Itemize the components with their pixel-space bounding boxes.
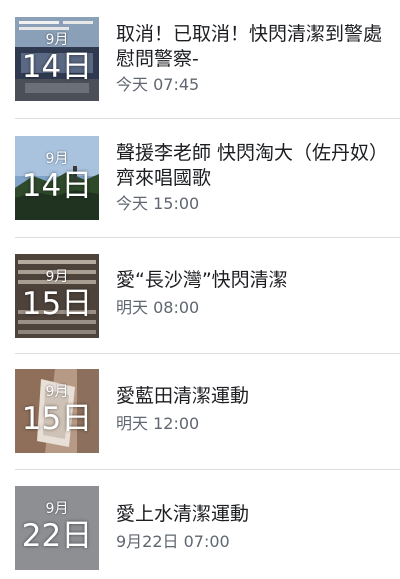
event-thumbnail[interactable]: 9月 14日 (15, 136, 99, 220)
event-item[interactable]: 9月 15日 愛藍田清潔運動 明天 12:00 (0, 354, 400, 469)
event-thumbnail[interactable]: 9月 14日 (15, 17, 99, 101)
event-item[interactable]: 9月 14日 聲援李老師 快閃淘大（佐丹奴）齊來唱國歌 今天 15:00 (0, 119, 400, 237)
event-title[interactable]: 愛“長沙灣”快閃清潔 (116, 268, 386, 293)
event-item[interactable]: 9月 22日 愛上水清潔運動 9月22日 07:00 (0, 470, 400, 579)
event-day: 22日 (21, 518, 93, 554)
event-month: 9月 (45, 32, 69, 48)
event-time: 明天 08:00 (116, 298, 200, 317)
event-title[interactable]: 取消！已取消！快閃清潔到警處慰問警察- (116, 22, 386, 72)
event-thumbnail[interactable]: 9月 15日 (15, 254, 99, 338)
event-time: 明天 12:00 (116, 414, 200, 433)
event-time: 今天 07:45 (116, 75, 200, 94)
event-day: 14日 (21, 49, 93, 85)
event-item[interactable]: 9月 14日 取消！已取消！快閃清潔到警處慰問警察- 今天 07:45 (0, 0, 400, 118)
event-thumbnail[interactable]: 9月 22日 (15, 486, 99, 570)
event-day: 15日 (21, 401, 93, 437)
event-thumbnail[interactable]: 9月 15日 (15, 369, 99, 453)
event-day: 15日 (21, 286, 93, 322)
event-month: 9月 (45, 501, 69, 517)
event-day: 14日 (21, 168, 93, 204)
event-time: 9月22日 07:00 (116, 532, 230, 551)
event-month: 9月 (45, 384, 69, 400)
event-month: 9月 (45, 269, 69, 285)
event-title[interactable]: 聲援李老師 快閃淘大（佐丹奴）齊來唱國歌 (116, 141, 386, 191)
event-time: 今天 15:00 (116, 194, 200, 213)
event-title[interactable]: 愛上水清潔運動 (116, 502, 386, 527)
event-title[interactable]: 愛藍田清潔運動 (116, 384, 386, 409)
event-item[interactable]: 9月 15日 愛“長沙灣”快閃清潔 明天 08:00 (0, 238, 400, 354)
event-month: 9月 (45, 151, 69, 167)
event-list: 9月 14日 取消！已取消！快閃清潔到警處慰問警察- 今天 07:45 9月 1… (0, 0, 400, 579)
